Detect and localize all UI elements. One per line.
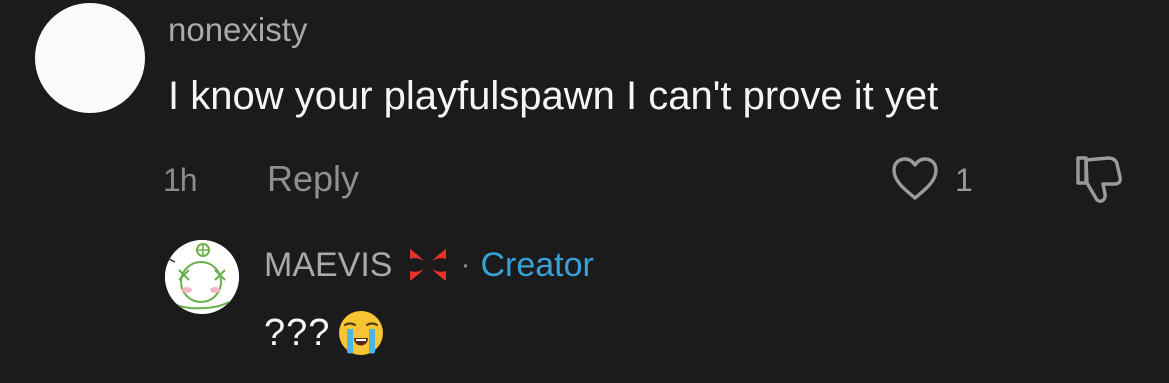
like-button[interactable] bbox=[890, 154, 940, 204]
avatar[interactable] bbox=[35, 3, 145, 113]
thumbs-down-icon bbox=[1076, 156, 1122, 203]
heart-icon bbox=[892, 157, 938, 200]
comment-timestamp: 1h bbox=[163, 162, 198, 198]
reply-header: MAEVIS · Creator bbox=[264, 244, 594, 286]
reply-avatar[interactable] bbox=[165, 240, 239, 314]
dislike-button[interactable] bbox=[1070, 152, 1124, 206]
reply-text-label: ??? bbox=[264, 312, 331, 354]
creator-badge: Creator bbox=[480, 246, 594, 284]
reply-text: ??? bbox=[264, 308, 386, 358]
reply-button[interactable]: Reply bbox=[267, 158, 359, 200]
separator-dot: · bbox=[460, 248, 471, 281]
comment-text: I know your playfulspawn I can't prove i… bbox=[168, 74, 939, 118]
comment-thread: nonexisty I know your playfulspawn I can… bbox=[0, 0, 1169, 383]
anger-symbol-icon bbox=[406, 245, 450, 285]
avatar-drawing-icon bbox=[165, 240, 239, 314]
reply-username[interactable]: MAEVIS bbox=[264, 244, 392, 286]
like-count: 1 bbox=[955, 162, 973, 198]
comment-username[interactable]: nonexisty bbox=[168, 10, 307, 50]
loudly-crying-face-icon bbox=[336, 308, 386, 358]
